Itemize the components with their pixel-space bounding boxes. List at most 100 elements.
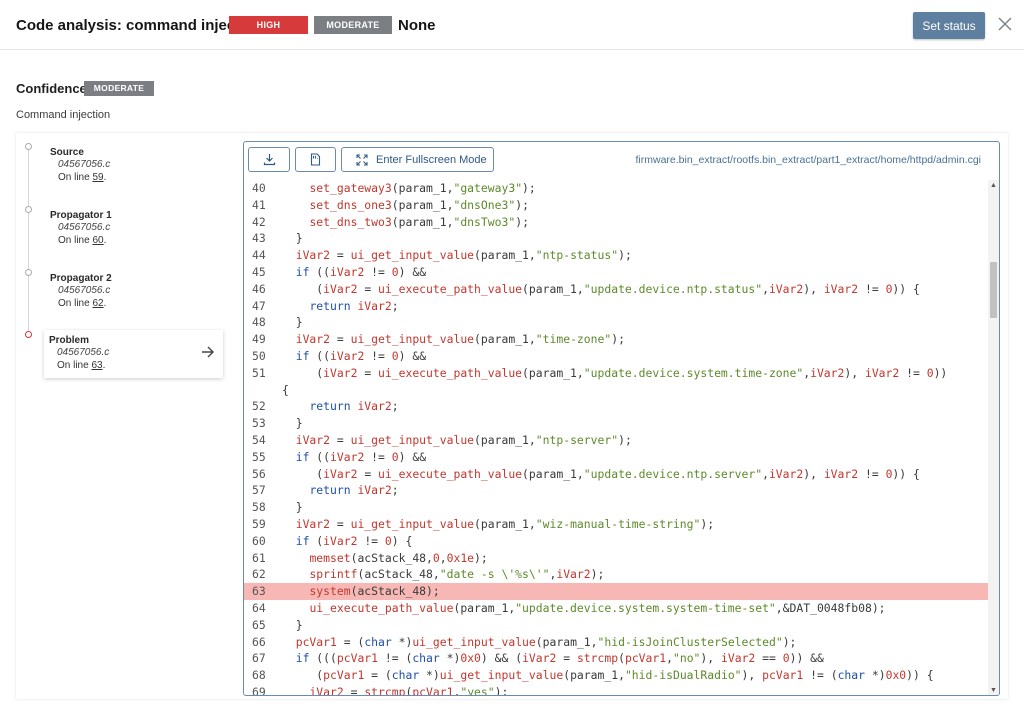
code-viewer: Enter Fullscreen Mode firmware.bin_extra…	[243, 141, 1000, 696]
step-line-link[interactable]: 63	[91, 360, 102, 371]
code-line: 54 iVar2 = ui_get_input_value(param_1,"n…	[244, 432, 988, 449]
step-dot-icon	[25, 206, 32, 213]
code-line: 48 }	[244, 314, 988, 331]
line-source: set_dns_one3(param_1,"dnsOne3");	[309, 197, 529, 212]
code-line: 47 return iVar2;	[244, 298, 988, 315]
line-source: ui_execute_path_value(param_1,"update.de…	[309, 601, 886, 615]
line-source: if ((iVar2 != 0) &&	[295, 265, 427, 279]
header: Code analysis: command injection HIGH MO…	[0, 0, 1024, 50]
line-source: sprintf(acStack_48,"date -s \'%s\'",iVar…	[309, 567, 605, 582]
line-number: 56	[252, 466, 266, 481]
problem-dot-icon	[25, 331, 32, 338]
step-line-link[interactable]: 60	[92, 235, 103, 246]
confidence-label: Confidence	[16, 81, 87, 96]
line-number: 67	[252, 651, 266, 666]
scrollbar[interactable]: ▲ ▼	[988, 180, 999, 695]
step-line-suffix: .	[103, 172, 107, 183]
code-line-highlighted: 63 system(acStack_48);	[244, 583, 988, 600]
line-number: 42	[252, 214, 266, 229]
code-line: 65 }	[244, 617, 988, 634]
line-number: 59	[252, 517, 266, 531]
line-source: }	[295, 231, 303, 246]
line-source: if ((iVar2 != 0) &&	[295, 349, 427, 363]
download-button[interactable]	[248, 147, 290, 172]
step-propagator-2[interactable]: Propagator 2 04567056.c On line 62.	[16, 267, 226, 315]
code-line: 61 memset(acStack_48,0,0x1e);	[244, 550, 988, 567]
line-source: system(acStack_48);	[309, 584, 440, 599]
code-line: 44 iVar2 = ui_get_input_value(param_1,"n…	[244, 247, 988, 264]
step-line-suffix: .	[103, 298, 107, 309]
line-number: 66	[252, 634, 266, 649]
close-icon[interactable]	[996, 14, 1014, 34]
step-title: Propagator 1	[50, 210, 112, 221]
line-source: memset(acStack_48,0,0x1e);	[309, 550, 488, 565]
confidence-badge: MODERATE	[84, 81, 154, 96]
line-source: return iVar2;	[309, 399, 399, 414]
step-line: On line 60.	[58, 235, 106, 246]
code-line: 50 if ((iVar2 != 0) &&	[244, 348, 988, 365]
line-number: 49	[252, 332, 266, 347]
line-number: 43	[252, 231, 266, 246]
code-line: 42 set_dns_two3(param_1,"dnsTwo3");	[244, 214, 988, 231]
viewer-toolbar: Enter Fullscreen Mode firmware.bin_extra…	[244, 142, 999, 180]
fullscreen-button[interactable]: Enter Fullscreen Mode	[341, 147, 494, 172]
line-number: 57	[252, 483, 266, 498]
step-line: On line 63.	[57, 360, 105, 371]
line-number: 52	[252, 399, 266, 414]
line-source: set_gateway3(param_1,"gateway3");	[309, 181, 536, 195]
code-line: 59 iVar2 = ui_get_input_value(param_1,"w…	[244, 516, 988, 533]
code-line: 60 if (iVar2 != 0) {	[244, 533, 988, 550]
line-number: 58	[252, 500, 266, 515]
line-number: 55	[252, 449, 266, 464]
line-source: }	[295, 500, 303, 515]
code-line: 58 }	[244, 499, 988, 516]
code-line: 57 return iVar2;	[244, 482, 988, 499]
line-number: 46	[252, 281, 266, 296]
step-source[interactable]: Source 04567056.c On line 59.	[16, 141, 226, 189]
code-line: 66 pcVar1 = (char *)ui_get_input_value(p…	[244, 634, 988, 651]
code-line: 53 }	[244, 415, 988, 432]
fullscreen-label: Enter Fullscreen Mode	[376, 154, 487, 166]
line-number: 62	[252, 567, 266, 582]
arrow-right-icon[interactable]	[201, 345, 215, 359]
step-problem[interactable]: Problem 04567056.c On line 63.	[16, 329, 226, 377]
step-line-prefix: On line	[57, 360, 92, 371]
line-source: }	[295, 416, 303, 431]
line-number: 60	[252, 533, 266, 548]
step-line-prefix: On line	[58, 172, 93, 183]
download-icon	[263, 154, 276, 166]
line-number: 48	[252, 315, 266, 330]
scroll-down-icon[interactable]: ▼	[990, 687, 997, 694]
step-propagator-1[interactable]: Propagator 1 04567056.c On line 60.	[16, 204, 226, 252]
step-line: On line 59.	[58, 172, 106, 183]
step-dot-icon	[25, 269, 32, 276]
code-line: 62 sprintf(acStack_48,"date -s \'%s\'",i…	[244, 566, 988, 583]
file-button[interactable]	[295, 147, 336, 172]
step-dot-icon	[25, 143, 32, 150]
line-source: iVar2 = ui_get_input_value(param_1,"time…	[295, 332, 625, 347]
line-number: 50	[252, 349, 266, 363]
line-source: iVar2 = ui_get_input_value(param_1,"ntp-…	[295, 433, 632, 447]
code-line: 68 (pcVar1 = (char *)ui_get_input_value(…	[244, 667, 988, 684]
file-path: firmware.bin_extract/rootfs.bin_extract/…	[635, 154, 982, 166]
step-line-link[interactable]: 59	[92, 172, 103, 183]
line-source: if ((iVar2 != 0) &&	[295, 449, 427, 464]
line-source: }	[295, 617, 303, 632]
step-file: 04567056.c	[58, 285, 111, 296]
code-line: 40 set_gateway3(param_1,"gateway3");	[244, 180, 988, 197]
scroll-up-icon[interactable]: ▲	[990, 182, 997, 189]
code-line: {	[244, 382, 988, 399]
line-number: 68	[252, 668, 266, 683]
step-file: 04567056.c	[58, 222, 111, 233]
code-line: 41 set_dns_one3(param_1,"dnsOne3");	[244, 197, 988, 214]
severity-badge-high: HIGH	[229, 16, 308, 34]
step-file: 04567056.c	[57, 347, 110, 358]
code-area[interactable]: 40 set_gateway3(param_1,"gateway3"); 41 s…	[244, 180, 988, 695]
scrollbar-thumb[interactable]	[990, 262, 997, 318]
step-line-link[interactable]: 62	[92, 298, 103, 309]
code-line: 51 (iVar2 = ui_execute_path_value(param_…	[244, 365, 988, 382]
line-number: 41	[252, 197, 266, 212]
step-title: Problem	[49, 335, 90, 346]
set-status-button[interactable]: Set status	[913, 12, 985, 39]
step-file: 04567056.c	[58, 159, 111, 170]
